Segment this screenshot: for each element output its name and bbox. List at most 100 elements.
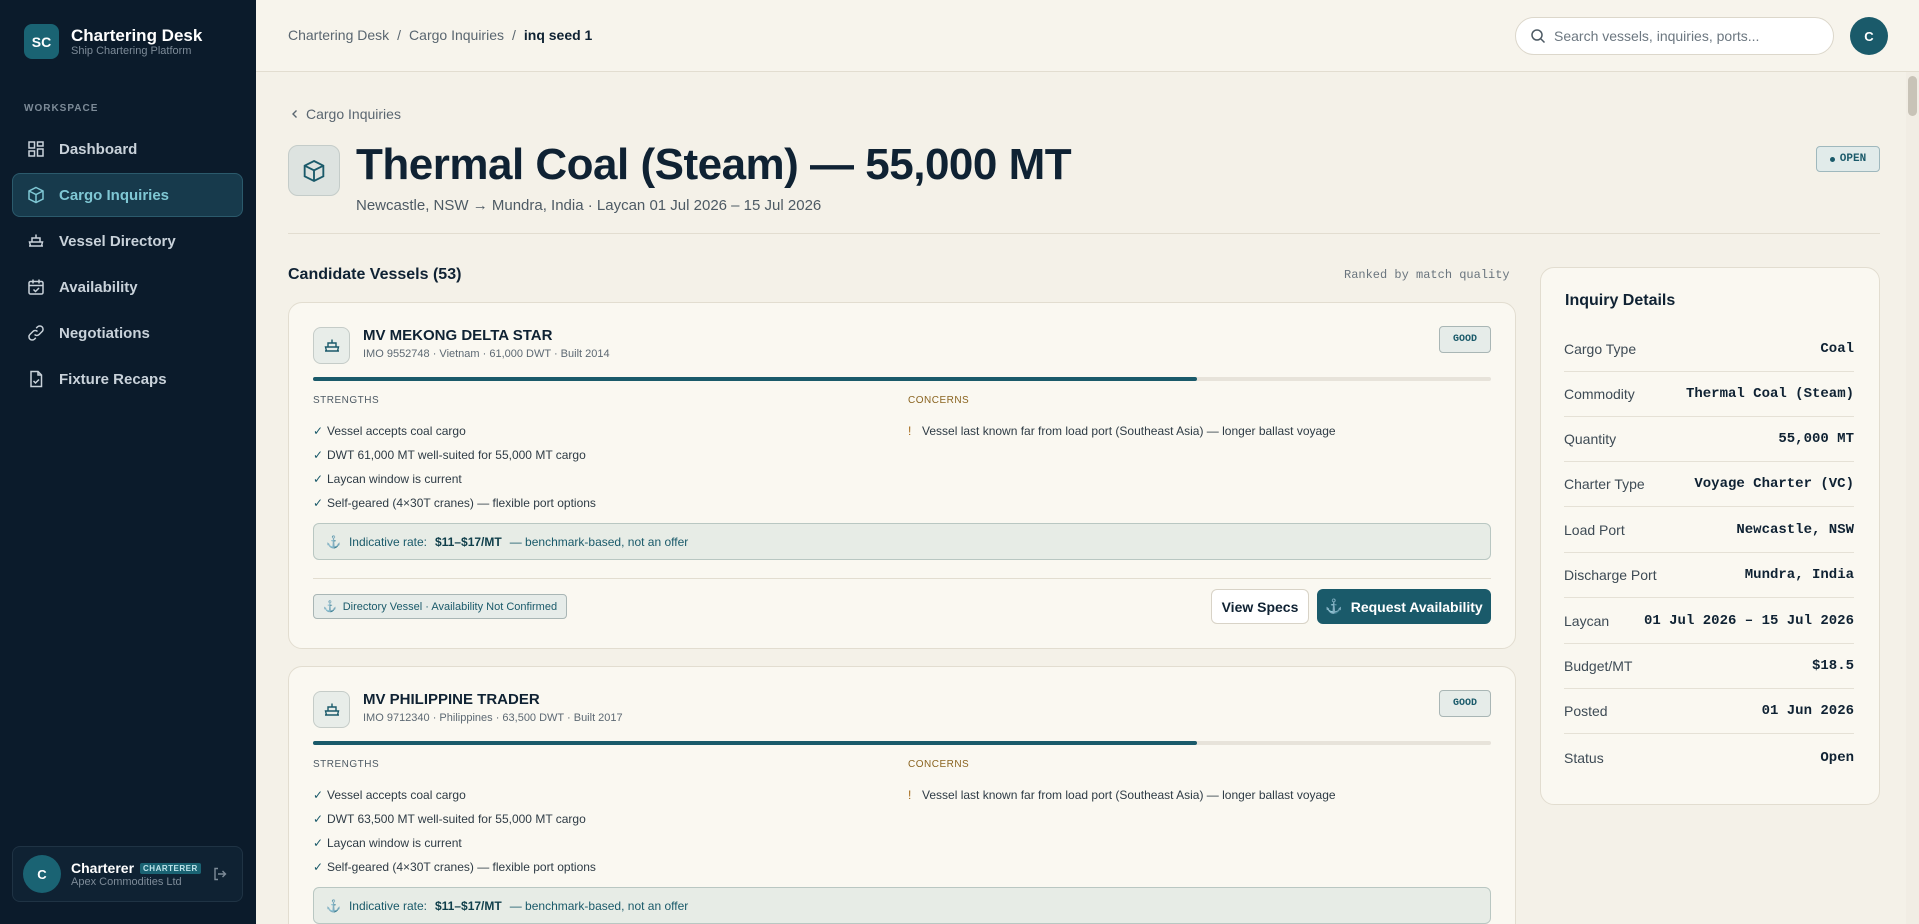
vessel-card: MV MEKONG DELTA STAR IMO 9552748 · Vietn…: [288, 302, 1516, 649]
brand-subtitle: Ship Chartering Platform: [71, 45, 192, 57]
sidebar-item-dashboard[interactable]: Dashboard: [12, 127, 243, 171]
box-icon: [27, 186, 45, 204]
list-item: ✓ Vessel accepts coal cargo: [313, 419, 596, 443]
concern-text: Vessel last known far from load port (So…: [922, 788, 1336, 802]
list-item: ✓ DWT 63,500 MT well-suited for 55,000 MT…: [313, 807, 596, 831]
list-item: ✓ Self-geared (4×30T cranes) — flexible p…: [313, 491, 596, 515]
match-bar-fill: [313, 741, 1197, 745]
strength-text: Self-geared (4×30T cranes) — flexible po…: [327, 860, 596, 874]
warning-icon: !: [908, 788, 912, 802]
rate-banner: ⚓ Indicative rate: $11–$17/MT — benchmar…: [313, 887, 1491, 924]
detail-value: Thermal Coal (Steam): [1685, 386, 1854, 402]
anchor-icon: ⚓: [1325, 598, 1343, 614]
user-card: C Charterer CHARTERER Apex Commodities Lt…: [12, 846, 243, 902]
concerns-list: ! Vessel last known far from load port (S…: [908, 783, 1336, 807]
match-bar: [313, 377, 1491, 381]
status-badge-label: OPEN: [1839, 153, 1867, 165]
card-divider: [313, 578, 1491, 579]
header-divider: [288, 233, 1880, 234]
cargo-box-icon: [288, 145, 340, 196]
sidebar-item-negotiations[interactable]: Negotiations: [12, 311, 243, 355]
sidebar-item-availability[interactable]: Availability: [12, 265, 243, 309]
detail-label: Quantity: [1564, 431, 1617, 447]
detail-row-discharge-port: Discharge Port Mundra, India: [1564, 553, 1854, 598]
rate-value: $11–$17/MT: [435, 534, 502, 549]
logout-icon[interactable]: [212, 866, 228, 882]
sidebar-item-fixture-recaps[interactable]: Fixture Recaps: [12, 357, 243, 401]
check-icon: ✓: [313, 448, 324, 462]
check-icon: ✓: [313, 472, 324, 486]
detail-value: Voyage Charter (VC): [1694, 476, 1854, 492]
detail-value: Mundra, India: [1744, 567, 1854, 583]
list-item: ✓ Self-geared (4×30T cranes) — flexible p…: [313, 855, 596, 879]
anchor-icon: ⚓: [326, 534, 341, 549]
rate-value: $11–$17/MT: [435, 898, 502, 913]
status-badge: OPEN: [1816, 146, 1880, 172]
request-availability-button[interactable]: ⚓ Request Availability: [1317, 589, 1491, 624]
list-item: ! Vessel last known far from load port (S…: [908, 419, 1336, 443]
user-avatar-button[interactable]: C: [1850, 17, 1888, 55]
rate-prefix: Indicative rate:: [348, 898, 427, 913]
user-name: Charterer: [71, 860, 135, 876]
sidebar-item-vessel-directory[interactable]: Vessel Directory: [12, 219, 243, 263]
vessel-meta: IMO 9712340 · Philippines · 63,500 DWT ·…: [363, 712, 623, 724]
search-input[interactable]: [1554, 28, 1824, 44]
detail-row-quantity: Quantity 55,000 MT: [1564, 417, 1854, 462]
status-dot-icon: [1829, 156, 1835, 162]
sidebar-item-label: Vessel Directory: [59, 232, 176, 250]
vessel-icon: [313, 691, 350, 728]
strength-text: Laycan window is current: [327, 472, 462, 486]
detail-label: Cargo Type: [1564, 341, 1637, 357]
topbar: Chartering Desk / Cargo Inquiries / inq …: [256, 0, 1919, 72]
workspace-label: WORKSPACE: [24, 103, 99, 114]
sidebar: SC Chartering Desk Ship Chartering Platf…: [0, 0, 256, 924]
scrollbar-track[interactable]: [1906, 72, 1919, 924]
sidebar-item-cargo-inquiries[interactable]: Cargo Inquiries: [12, 173, 243, 217]
vessel-name[interactable]: MV MEKONG DELTA STAR: [363, 327, 552, 344]
list-item: ✓ Vessel accepts coal cargo: [313, 783, 596, 807]
detail-label: Commodity: [1564, 386, 1635, 402]
document-icon: [27, 370, 45, 388]
strengths-list: ✓ Vessel accepts coal cargo ✓ DWT 61,000 M…: [313, 419, 596, 515]
breadcrumb-separator: /: [511, 27, 516, 43]
rate-prefix: Indicative rate:: [348, 534, 427, 549]
rate-banner: ⚓ Indicative rate: $11–$17/MT — benchmar…: [313, 523, 1491, 560]
strength-text: Vessel accepts coal cargo: [327, 424, 466, 438]
breadcrumb-home[interactable]: Chartering Desk: [288, 27, 389, 43]
detail-row-status: Status Open: [1564, 735, 1854, 780]
strengths-label: STRENGTHS: [313, 759, 380, 770]
anchor-icon: ⚓: [323, 601, 337, 613]
detail-row-budget: Budget/MT $18.5: [1564, 644, 1854, 689]
ship-icon: [27, 232, 45, 250]
view-specs-button[interactable]: View Specs: [1211, 589, 1309, 624]
brand[interactable]: SC Chartering Desk Ship Chartering Platf…: [24, 24, 202, 59]
detail-label: Load Port: [1564, 522, 1625, 538]
vessel-card: MV PHILIPPINE TRADER IMO 9712340 · Phili…: [288, 666, 1516, 924]
directory-badge: ⚓ Directory Vessel · Availability Not Con…: [313, 594, 568, 619]
details-heading: Inquiry Details: [1565, 292, 1676, 309]
back-link[interactable]: Cargo Inquiries: [290, 106, 401, 122]
concerns-label: CONCERNS: [908, 395, 970, 406]
detail-label: Budget/MT: [1564, 658, 1633, 674]
detail-label: Posted: [1564, 703, 1608, 719]
detail-label: Laycan: [1564, 613, 1610, 629]
directory-badge-label: Directory Vessel · Availability Not Conf…: [342, 600, 558, 613]
breadcrumb: Chartering Desk / Cargo Inquiries / inq …: [288, 27, 592, 43]
detail-value: 01 Jul 2026 – 15 Jul 2026: [1643, 613, 1854, 629]
strengths-label: STRENGTHS: [313, 395, 380, 406]
check-icon: ✓: [313, 424, 324, 438]
detail-value: $18.5: [1811, 658, 1854, 674]
strength-text: DWT 61,000 MT well-suited for 55,000 MT …: [327, 448, 586, 462]
search-icon: [1530, 28, 1546, 44]
breadcrumb-cargo-inquiries[interactable]: Cargo Inquiries: [409, 27, 504, 43]
scrollbar-thumb[interactable]: [1908, 76, 1917, 116]
detail-value: Newcastle, NSW: [1736, 522, 1854, 538]
check-icon: ✓: [313, 860, 324, 874]
brand-logo: SC: [24, 24, 59, 59]
ranking-note: Ranked by match quality: [1344, 268, 1510, 282]
match-badge: GOOD: [1439, 326, 1491, 353]
detail-row-load-port: Load Port Newcastle, NSW: [1564, 508, 1854, 553]
vessel-name[interactable]: MV PHILIPPINE TRADER: [363, 691, 540, 708]
detail-row-laycan: Laycan 01 Jul 2026 – 15 Jul 2026: [1564, 599, 1854, 644]
list-item: ✓ Laycan window is current: [313, 467, 596, 491]
